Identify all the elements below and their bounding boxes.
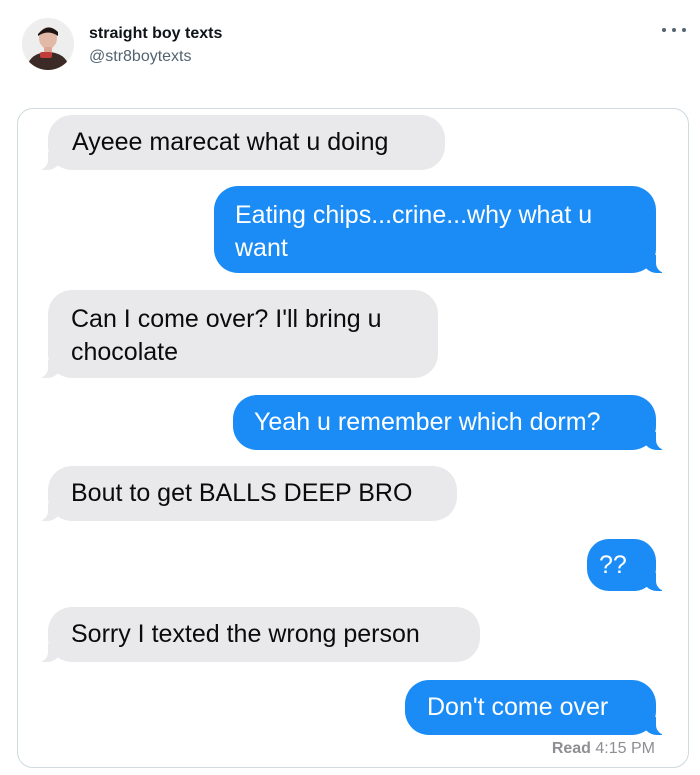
more-icon[interactable] <box>662 22 686 38</box>
message-bubble-outgoing: Yeah u remember which dorm? <box>233 395 666 450</box>
message-text: Ayeee marecat what u doing <box>72 128 389 156</box>
avatar[interactable] <box>22 18 74 70</box>
more-dot <box>682 28 686 32</box>
message-text: ?? <box>599 551 627 579</box>
message-bubble-outgoing: ?? <box>587 539 666 591</box>
message-bubble-incoming: Bout to get BALLS DEEP BRO <box>38 466 457 521</box>
tweet-header: straight boy texts @str8boytexts <box>0 0 700 100</box>
message-bubble-outgoing: Eating chips...crine...why what u want <box>214 186 666 273</box>
author-name[interactable]: straight boy texts <box>89 25 222 43</box>
more-dot <box>662 28 666 32</box>
message-text: Eating chips...crine...why what u want <box>235 201 593 262</box>
message-bubble-incoming: Can I come over? I'll bring u chocolate <box>38 290 438 378</box>
message-text: Bout to get BALLS DEEP BRO <box>71 479 413 507</box>
author-handle[interactable]: @str8boytexts <box>89 48 192 66</box>
read-status: Read <box>551 740 591 757</box>
message-bubble-incoming: Ayeee marecat what u doing <box>38 115 445 170</box>
message-bubble-incoming: Sorry I texted the wrong person <box>38 607 480 662</box>
avatar-image <box>22 18 74 70</box>
message-text: Sorry I texted the wrong person <box>71 620 420 648</box>
message-text: Yeah u remember which dorm? <box>254 408 601 436</box>
message-text: Don't come over <box>427 693 609 721</box>
message-text: Can I come over? I'll bring u chocolate <box>71 305 382 366</box>
read-time: 4:15 PM <box>595 740 655 757</box>
more-dot <box>672 28 676 32</box>
read-receipt: Read 4:15 PM <box>552 740 655 758</box>
message-bubble-outgoing: Don't come over <box>405 680 666 735</box>
